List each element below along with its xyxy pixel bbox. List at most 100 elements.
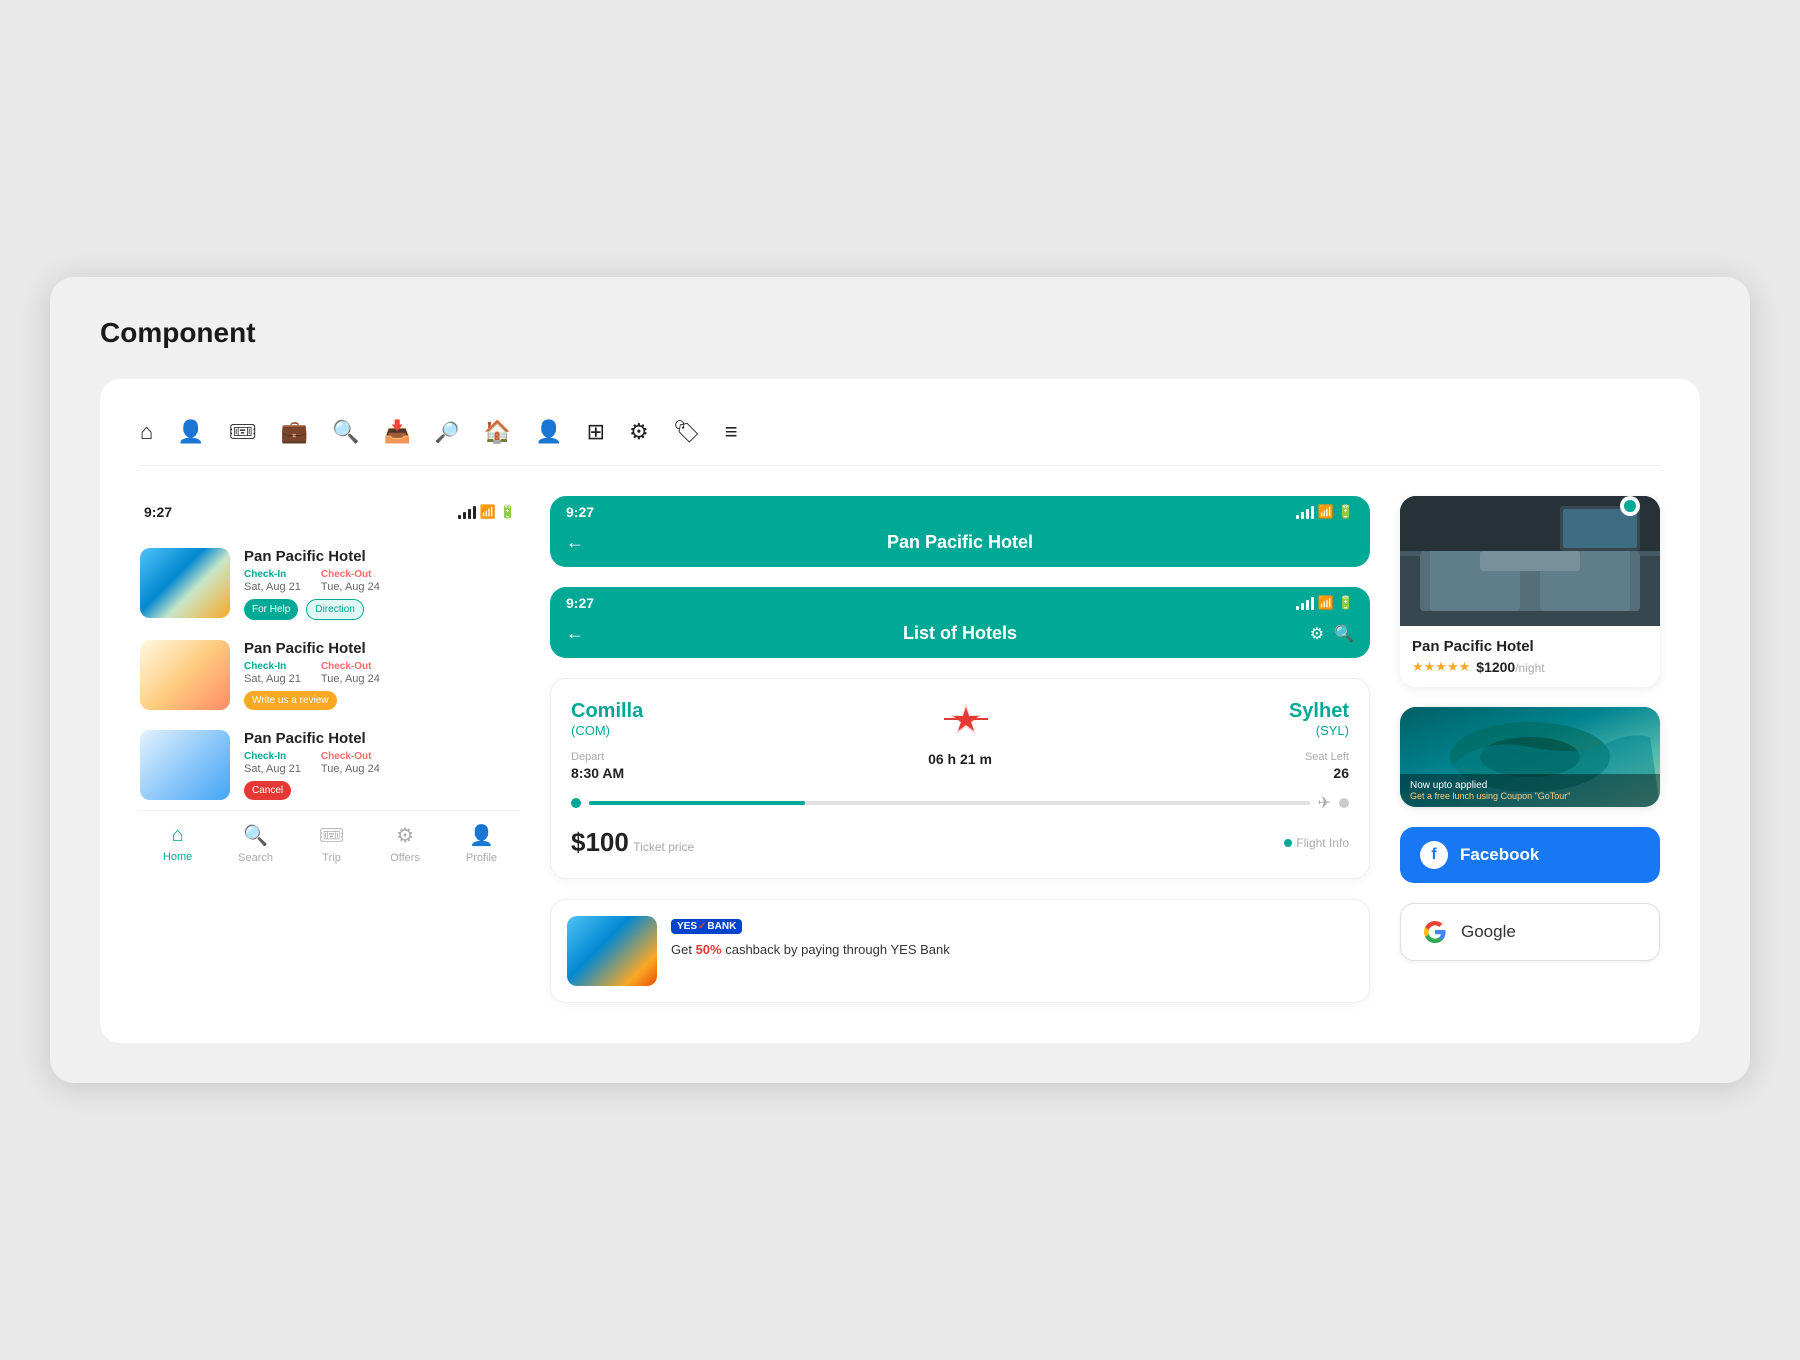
header2-wifi-icon: 📶 — [1318, 595, 1334, 611]
hotel-dates-3: Check-In Sat, Aug 21 Check-Out Tue, Aug … — [244, 751, 520, 775]
flight-footer: $100 Ticket price Flight Info — [571, 827, 1349, 858]
google-label: Google — [1461, 922, 1516, 942]
checkout-label-3: Check-Out — [321, 751, 380, 762]
location-search-icon[interactable]: 🔎 — [435, 420, 460, 445]
pan-pacific-header: 9:27 📶 🔋 ← — [550, 496, 1370, 567]
per-night-label: /night — [1515, 661, 1544, 675]
promo-text-before: Get — [671, 942, 696, 957]
hotel-preview-image — [1400, 496, 1660, 626]
header2-back-button[interactable]: ← — [566, 623, 584, 644]
header1-back-button[interactable]: ← — [566, 532, 584, 553]
search-icon[interactable]: 🔍 — [332, 419, 359, 445]
hotel-preview-info: Pan Pacific Hotel ★★★★★ $1200/night — [1400, 626, 1660, 687]
checkin-1: Check-In Sat, Aug 21 — [244, 569, 301, 593]
grid-icon[interactable]: ⊞ — [587, 419, 605, 445]
flight-progress: ✈ — [571, 793, 1349, 813]
hotel-preview-name: Pan Pacific Hotel — [1412, 638, 1648, 655]
hotel-actions-1: For Help Direction — [244, 599, 520, 620]
checkin-date-3: Sat, Aug 21 — [244, 763, 301, 775]
battery-icon: 🔋 — [500, 504, 516, 520]
menu-icon[interactable]: ≡ — [725, 419, 738, 445]
checkin-date-1: Sat, Aug 21 — [244, 581, 301, 593]
header2-status-icons: 📶 🔋 — [1296, 595, 1354, 611]
header1-battery-icon: 🔋 — [1338, 504, 1354, 520]
plane-icon: ✈ — [1318, 793, 1331, 813]
bank-text: BANK — [707, 921, 736, 932]
flight-card: Comilla (COM) — [550, 678, 1370, 879]
hotel-list: Pan Pacific Hotel Check-In Sat, Aug 21 C… — [140, 548, 520, 800]
promo-content: YES✓BANK Get 50% cashback by paying thro… — [671, 916, 950, 960]
cancel-button[interactable]: Cancel — [244, 781, 291, 800]
checkin-date-2: Sat, Aug 21 — [244, 673, 301, 685]
header2-title: List of Hotels — [903, 623, 1017, 644]
hotel-card-3: Pan Pacific Hotel Check-In Sat, Aug 21 C… — [140, 730, 520, 800]
progress-start-dot — [571, 798, 581, 808]
hotel-actions-3: Cancel — [244, 781, 520, 800]
status-time: 9:27 — [144, 504, 172, 520]
checkin-2: Check-In Sat, Aug 21 — [244, 661, 301, 685]
green-dot-icon — [1284, 839, 1292, 847]
seats-count: 26 — [1096, 765, 1349, 781]
nav-item-profile[interactable]: 👤 Profile — [466, 823, 497, 864]
briefcase-icon[interactable]: 💼 — [281, 419, 308, 445]
checkout-date-3: Tue, Aug 24 — [321, 763, 380, 775]
to-city: Sylhet (SYL) — [1289, 700, 1349, 738]
promo-image — [567, 916, 657, 986]
home-icon[interactable]: ⌂ — [140, 419, 153, 445]
checkout-label-1: Check-Out — [321, 569, 380, 580]
left-column: 9:27 📶 🔋 — [140, 496, 520, 872]
nav-item-search[interactable]: 🔍 Search — [238, 823, 273, 864]
flight-price: $100 — [571, 827, 629, 857]
hotel-info-3: Pan Pacific Hotel Check-In Sat, Aug 21 C… — [244, 730, 520, 800]
person-filled-icon[interactable]: 👤 — [535, 419, 562, 445]
ticket-icon[interactable]: 🎟 — [229, 419, 257, 445]
page-title: Component — [100, 317, 1700, 349]
hotel-image-dining — [140, 640, 230, 710]
checkout-2: Check-Out Tue, Aug 24 — [321, 661, 380, 685]
header2-battery-icon: 🔋 — [1338, 595, 1354, 611]
promo-card: YES✓BANK Get 50% cashback by paying thro… — [550, 899, 1370, 1003]
airline-star-logo — [936, 699, 996, 739]
depart-info: Depart 8:30 AM — [571, 751, 824, 781]
header1-status-icons: 📶 🔋 — [1296, 504, 1354, 520]
write-review-button[interactable]: Write us a review — [244, 691, 337, 710]
inbox-icon[interactable]: 📥 — [383, 419, 410, 445]
promo-text-after: cashback by paying through YES Bank — [722, 942, 950, 957]
direction-button[interactable]: Direction — [306, 599, 363, 620]
home-nav-icon: ⌂ — [172, 824, 184, 847]
icon-toolbar: ⌂ 👤 🎟 💼 🔍 📥 🔎 🏠 👤 ⊞ ⚙ 🏷 ≡ — [140, 419, 1660, 466]
google-g-icon — [1423, 920, 1447, 944]
discount-icon[interactable]: 🏷 — [673, 419, 701, 445]
status-signals: 📶 🔋 — [458, 504, 516, 520]
bottom-nav: ⌂ Home 🔍 Search 🎟 Trip ⚙ Offers — [140, 810, 520, 872]
trip-nav-label: Trip — [322, 852, 341, 864]
google-button[interactable]: Google — [1400, 903, 1660, 961]
flight-details: Depart 8:30 AM 06 h 21 m Seat Left 26 — [571, 751, 1349, 781]
price-value: $1200 — [1476, 659, 1515, 675]
nav-item-offers[interactable]: ⚙ Offers — [390, 823, 420, 864]
signal-bars-icon — [458, 505, 476, 519]
hotel-name-1: Pan Pacific Hotel — [244, 548, 520, 565]
flight-info-button[interactable]: Flight Info — [1284, 836, 1349, 850]
search-header-icon[interactable]: 🔍 — [1334, 624, 1354, 644]
to-city-name: Sylhet — [1289, 700, 1349, 723]
progress-end-dot — [1339, 798, 1349, 808]
coupon-text: Get a free lunch using Coupon "GoTour" — [1410, 791, 1650, 801]
aerial-overlay-text: Now upto applied — [1410, 780, 1650, 791]
from-city-name: Comilla — [571, 700, 643, 723]
nav-item-trip[interactable]: 🎟 Trip — [319, 823, 344, 864]
search-nav-label: Search — [238, 852, 273, 864]
user-icon[interactable]: 👤 — [177, 419, 204, 445]
house-filled-icon[interactable]: 🏠 — [484, 419, 511, 445]
promo-highlight: 50% — [696, 942, 722, 957]
nav-item-home[interactable]: ⌂ Home — [163, 824, 192, 863]
filter-icon[interactable]: ⚙ — [1310, 624, 1324, 644]
for-help-button[interactable]: For Help — [244, 599, 298, 620]
hotel-actions-2: Write us a review — [244, 691, 520, 710]
google-icon — [1421, 918, 1449, 946]
settings-circle-icon[interactable]: ⚙ — [629, 419, 649, 445]
depart-time: 8:30 AM — [571, 765, 824, 781]
header1-title-row: ← Pan Pacific Hotel — [550, 522, 1370, 567]
facebook-button[interactable]: f Facebook — [1400, 827, 1660, 883]
profile-nav-icon: 👤 — [469, 823, 494, 848]
